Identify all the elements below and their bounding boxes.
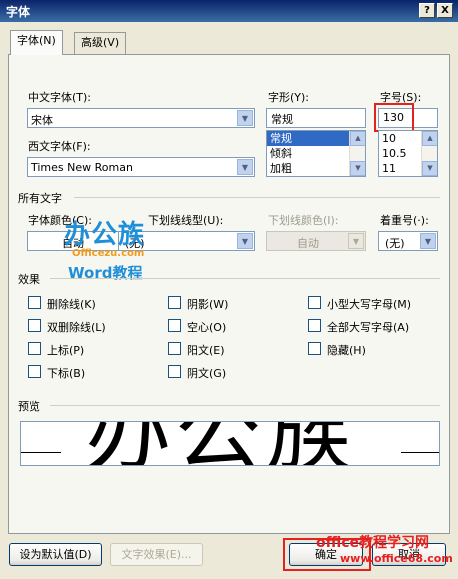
- red-highlight-box: [374, 103, 414, 132]
- scroll-down-icon[interactable]: ▼: [350, 161, 365, 176]
- divider: [50, 278, 440, 279]
- checkbox[interactable]: [168, 319, 181, 332]
- text-effects-button: 文字效果(E)...: [110, 543, 203, 566]
- watermark-url: Officezu.com: [72, 248, 145, 259]
- watermark-logo-text: 办公族: [64, 220, 146, 250]
- checkbox[interactable]: [28, 319, 41, 332]
- underline-color-combo: 自动 ▼: [266, 231, 366, 251]
- all-text-title: 所有文字: [18, 192, 62, 205]
- checkbox-label: 上标(P): [47, 344, 85, 357]
- checkbox[interactable]: [308, 296, 321, 309]
- divider: [74, 197, 440, 198]
- checkbox[interactable]: [168, 342, 181, 355]
- chevron-down-icon: ▼: [348, 233, 364, 249]
- checkbox[interactable]: [308, 319, 321, 332]
- chinese-font-combo[interactable]: 宋体 ▼: [27, 108, 255, 128]
- checkbox[interactable]: [168, 296, 181, 309]
- underline-color-value: 自动: [297, 237, 319, 250]
- preview-baseline-right: [401, 452, 439, 453]
- preview-box: 办公族: [20, 421, 440, 466]
- checkbox[interactable]: [28, 365, 41, 378]
- corner-watermark-title: office教程学习网: [316, 535, 430, 551]
- checkbox-label: 阳文(E): [187, 344, 225, 357]
- corner-watermark-url: www.office68.com: [340, 552, 453, 565]
- scrollbar[interactable]: ▲ ▼: [421, 131, 437, 176]
- watermark-logo: 办公族 Officezu.com Word教程: [64, 210, 164, 285]
- size-listbox[interactable]: 10 10.5 11 ▲ ▼: [378, 130, 438, 177]
- scroll-up-icon[interactable]: ▲: [350, 131, 365, 146]
- chinese-font-value: 宋体: [31, 114, 53, 127]
- chinese-font-label: 中文字体(T):: [28, 91, 92, 104]
- divider: [50, 405, 440, 406]
- help-button[interactable]: ?: [419, 3, 435, 18]
- preview-title: 预览: [18, 400, 40, 413]
- checkbox[interactable]: [168, 365, 181, 378]
- set-default-button[interactable]: 设为默认值(D): [9, 543, 102, 566]
- western-font-label: 西文字体(F):: [28, 140, 91, 153]
- effects-title: 效果: [18, 273, 40, 286]
- tab-font[interactable]: 字体(N): [10, 30, 63, 55]
- chevron-down-icon[interactable]: ▼: [237, 233, 253, 249]
- close-button[interactable]: X: [437, 3, 453, 18]
- checkbox-label: 双删除线(L): [47, 321, 106, 334]
- tab-advanced[interactable]: 高级(V): [74, 32, 127, 54]
- watermark-subtitle: Word教程: [68, 264, 143, 282]
- style-input[interactable]: 常规: [266, 108, 366, 128]
- style-listbox[interactable]: 常规 倾斜 加粗 ▲ ▼: [266, 130, 366, 177]
- preview-text: 办公族: [85, 422, 355, 465]
- checkbox-label: 删除线(K): [47, 298, 96, 311]
- preview-baseline-left: [21, 452, 61, 453]
- checkbox-label: 阴文(G): [187, 367, 227, 380]
- style-label: 字形(Y):: [268, 91, 310, 104]
- window-title: 字体: [6, 5, 31, 19]
- checkbox-label: 阴影(W): [187, 298, 229, 311]
- scroll-up-icon[interactable]: ▲: [422, 131, 437, 146]
- checkbox[interactable]: [308, 342, 321, 355]
- western-font-combo[interactable]: Times New Roman ▼: [27, 157, 255, 177]
- chevron-down-icon[interactable]: ▼: [420, 233, 436, 249]
- emphasis-combo[interactable]: (无) ▼: [378, 231, 438, 251]
- checkbox-label: 隐藏(H): [327, 344, 366, 357]
- scroll-down-icon[interactable]: ▼: [422, 161, 437, 176]
- checkbox-label: 下标(B): [47, 367, 86, 380]
- checkbox-label: 全部大写字母(A): [327, 321, 410, 334]
- title-bar: 字体 ? X: [0, 0, 458, 22]
- emphasis-label: 着重号(·):: [380, 214, 429, 227]
- checkbox[interactable]: [28, 342, 41, 355]
- scrollbar[interactable]: ▲ ▼: [349, 131, 365, 176]
- emphasis-value: (无): [385, 237, 405, 250]
- checkbox-label: 小型大写字母(M): [327, 298, 412, 311]
- underline-color-label: 下划线颜色(I):: [268, 214, 339, 227]
- western-font-value: Times New Roman: [31, 161, 133, 174]
- checkbox[interactable]: [28, 296, 41, 309]
- chevron-down-icon[interactable]: ▼: [237, 159, 253, 175]
- chevron-down-icon[interactable]: ▼: [237, 110, 253, 126]
- checkbox-label: 空心(O): [187, 321, 227, 334]
